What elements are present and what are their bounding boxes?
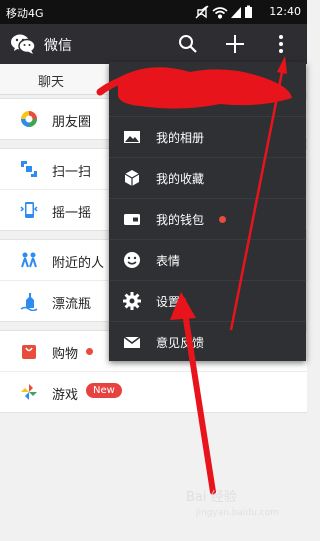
tab-chats[interactable]: 聊天 xyxy=(38,71,64,90)
notification-dot xyxy=(219,216,226,223)
shopping-icon xyxy=(22,345,36,359)
watermark: Bai 经验 xyxy=(186,490,237,505)
search-icon[interactable] xyxy=(178,34,198,54)
app-title: 微信 xyxy=(44,38,72,54)
moments-icon xyxy=(21,111,37,127)
carrier-label: 移动4G xyxy=(6,7,44,20)
mute-icon xyxy=(195,5,209,19)
notification-dot xyxy=(86,348,93,355)
status-icons xyxy=(195,5,252,19)
menu-item-stickers[interactable]: 表情 xyxy=(109,239,306,281)
menu-item-wallet[interactable]: 我的钱包 xyxy=(109,198,306,240)
menu-item-label: 设置 xyxy=(156,295,181,309)
list-item-label: 摇一摇 xyxy=(52,206,92,221)
watermark-url: jingyan.baidu.com xyxy=(196,508,280,518)
list-item-label: 购物 xyxy=(52,347,79,362)
list-item-game[interactable]: 游戏 New xyxy=(0,372,307,412)
menu-item-label: 意见反馈 xyxy=(156,336,205,350)
list-item-label: 附近的人 xyxy=(52,256,105,271)
wifi-icon xyxy=(212,7,228,19)
menu-item-settings[interactable]: 设置 xyxy=(109,280,306,322)
new-badge: New xyxy=(86,383,122,398)
cube-icon xyxy=(124,170,140,186)
status-bar: 移动4G 12:40 xyxy=(0,0,307,24)
battery-icon xyxy=(245,5,252,18)
menu-item-label: 我的收藏 xyxy=(156,172,205,186)
nearby-icon xyxy=(21,252,37,268)
gear-icon xyxy=(123,292,141,310)
more-vertical-icon[interactable] xyxy=(273,32,289,56)
signal-icon xyxy=(231,7,241,18)
list-item-label: 朋友圈 xyxy=(52,115,92,130)
menu-item-label: 表情 xyxy=(156,254,181,268)
overflow-menu: 我的相册 我的收藏 我的钱包 表情 设置 意见反馈 xyxy=(109,62,306,361)
shake-icon xyxy=(20,202,38,218)
plus-icon[interactable] xyxy=(224,33,246,55)
drift-bottle-icon xyxy=(20,293,38,311)
list-item-label: 漂流瓶 xyxy=(52,297,92,312)
game-icon xyxy=(21,384,37,400)
list-item-label: 扫一扫 xyxy=(52,165,92,180)
clock: 12:40 xyxy=(269,5,301,18)
scan-icon xyxy=(21,161,37,177)
menu-item-feedback[interactable]: 意见反馈 xyxy=(109,321,306,362)
wallet-icon xyxy=(124,214,140,225)
envelope-icon xyxy=(123,336,141,348)
list-item-label: 游戏 xyxy=(52,388,79,403)
app-bar: 微信 xyxy=(0,24,307,64)
menu-item-label: 我的钱包 xyxy=(156,213,205,227)
menu-item-label: 我的相册 xyxy=(156,131,205,145)
menu-item-favorites[interactable]: 我的收藏 xyxy=(109,157,306,199)
menu-item-profile[interactable] xyxy=(109,62,306,117)
wechat-logo-icon xyxy=(11,34,36,54)
menu-item-album[interactable]: 我的相册 xyxy=(109,116,306,158)
photo-icon xyxy=(124,131,140,143)
smiley-icon xyxy=(124,252,140,268)
